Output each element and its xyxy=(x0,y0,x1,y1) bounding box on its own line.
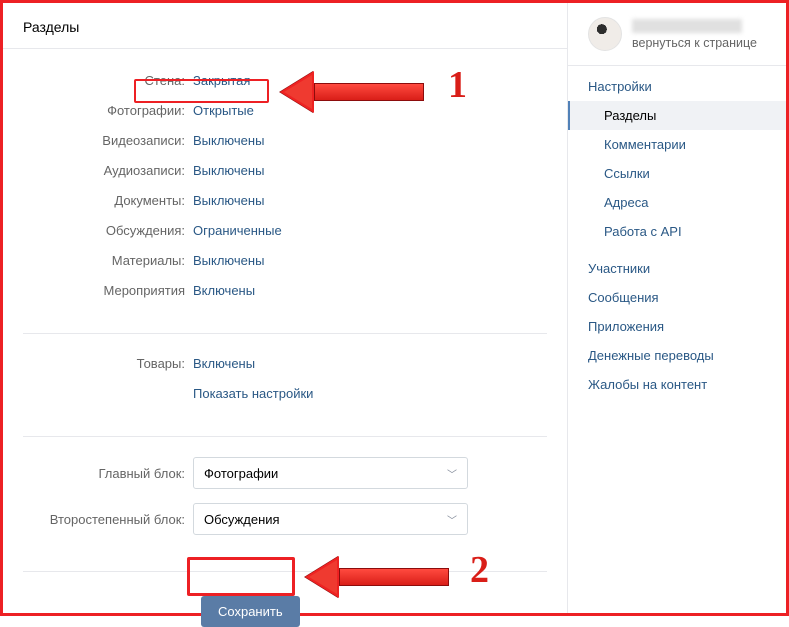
divider xyxy=(23,436,547,437)
discussions-value[interactable]: Ограниченные xyxy=(193,222,282,239)
materials-value[interactable]: Выключены xyxy=(193,252,264,269)
audio-value[interactable]: Выключены xyxy=(193,162,264,179)
back-to-page-link[interactable]: вернуться к странице xyxy=(632,36,757,50)
divider xyxy=(23,333,547,334)
secondary-block-value: Обсуждения xyxy=(204,512,280,527)
secondary-block-select[interactable]: Обсуждения ﹀ xyxy=(193,503,468,535)
nav-settings[interactable]: Настройки xyxy=(568,72,786,101)
nav-messages[interactable]: Сообщения xyxy=(568,283,786,312)
nav-links[interactable]: Ссылки xyxy=(568,159,786,188)
wall-value[interactable]: Закрытая xyxy=(193,72,250,89)
videos-label: Видеозаписи: xyxy=(3,133,193,148)
profile-name-redacted xyxy=(632,19,742,33)
videos-value[interactable]: Выключены xyxy=(193,132,264,149)
discussions-label: Обсуждения: xyxy=(3,223,193,238)
events-value[interactable]: Включены xyxy=(193,282,255,299)
goods-label: Товары: xyxy=(3,356,193,371)
nav-addresses[interactable]: Адреса xyxy=(568,188,786,217)
chevron-down-icon: ﹀ xyxy=(447,466,457,481)
main-block-label: Главный блок: xyxy=(3,466,193,481)
goods-value[interactable]: Включены xyxy=(193,355,255,372)
nav-money[interactable]: Денежные переводы xyxy=(568,341,786,370)
chevron-down-icon: ﹀ xyxy=(447,512,457,527)
divider xyxy=(568,65,786,66)
nav-comments[interactable]: Комментарии xyxy=(568,130,786,159)
nav-sections[interactable]: Разделы xyxy=(568,101,786,130)
docs-label: Документы: xyxy=(3,193,193,208)
secondary-block-label: Второстепенный блок: xyxy=(3,512,193,527)
events-label: Мероприятия xyxy=(3,283,193,298)
nav-complaints[interactable]: Жалобы на контент xyxy=(568,370,786,399)
audio-label: Аудиозаписи: xyxy=(3,163,193,178)
nav-apps[interactable]: Приложения xyxy=(568,312,786,341)
wall-label: Стена: xyxy=(3,73,193,88)
nav-members[interactable]: Участники xyxy=(568,254,786,283)
photos-value[interactable]: Открытые xyxy=(193,102,254,119)
main-block-select[interactable]: Фотографии ﹀ xyxy=(193,457,468,489)
nav-api[interactable]: Работа с API xyxy=(568,217,786,246)
save-button[interactable]: Сохранить xyxy=(201,596,300,627)
page-title: Разделы xyxy=(3,3,567,49)
docs-value[interactable]: Выключены xyxy=(193,192,264,209)
divider xyxy=(23,571,547,572)
main-block-value: Фотографии xyxy=(204,466,278,481)
materials-label: Материалы: xyxy=(3,253,193,268)
photos-label: Фотографии: xyxy=(3,103,193,118)
goods-settings-link[interactable]: Показать настройки xyxy=(193,385,313,402)
avatar[interactable] xyxy=(588,17,622,51)
